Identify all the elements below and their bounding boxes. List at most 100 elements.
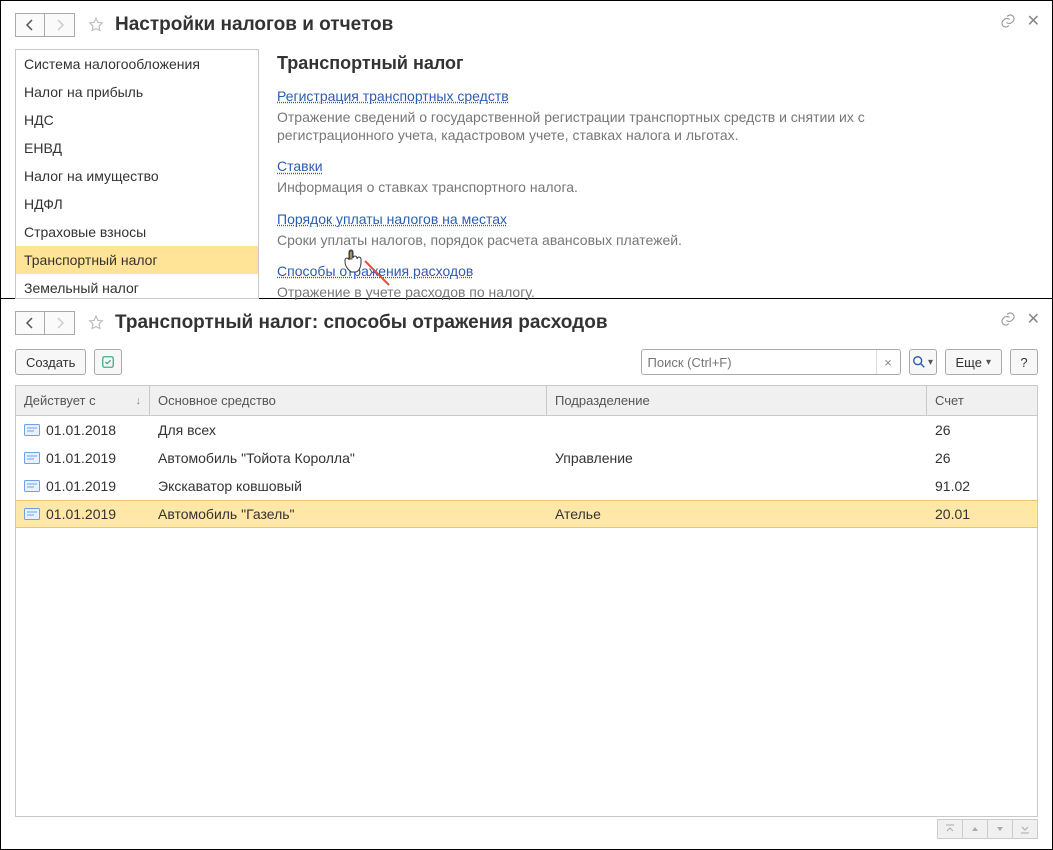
back-button[interactable]: [15, 311, 45, 335]
grid-nav-footer: [938, 819, 1038, 839]
tax-settings-window: Настройки налогов и отчетов ✕ Система на…: [1, 1, 1052, 299]
desc-order: Сроки уплаты налогов, порядок расчета ав…: [277, 231, 977, 249]
cell-date: 01.01.2019: [46, 478, 116, 494]
col-asset-label: Основное средство: [158, 393, 276, 408]
desc-rates: Информация о ставках транспортного налог…: [277, 178, 977, 196]
content-block-2: Порядок уплаты налогов на местах Сроки у…: [277, 211, 1038, 249]
search-button[interactable]: ▾: [909, 349, 937, 375]
content-block-0: Регистрация транспортных средств Отражен…: [277, 88, 1038, 144]
sidebar-item-label: НДС: [24, 112, 54, 128]
favorite-icon[interactable]: [87, 314, 105, 332]
sidebar-item-8[interactable]: Земельный налог: [16, 274, 258, 299]
cell-acct: 26: [935, 450, 951, 466]
sidebar-item-2[interactable]: НДС: [16, 106, 258, 134]
record-icon: [24, 508, 40, 520]
record-icon: [24, 452, 40, 464]
close-icon[interactable]: ✕: [1027, 11, 1040, 31]
scroll-down-button[interactable]: [987, 819, 1013, 839]
link-icon[interactable]: [999, 310, 1017, 328]
scroll-top-button[interactable]: [937, 819, 963, 839]
close-icon[interactable]: ✕: [1027, 309, 1040, 329]
page-title: Транспортный налог: способы отражения ра…: [115, 312, 608, 334]
sidebar-item-3[interactable]: ЕНВД: [16, 134, 258, 162]
page-title: Настройки налогов и отчетов: [115, 14, 393, 36]
sidebar-item-label: Налог на имущество: [24, 168, 159, 184]
col-acct[interactable]: Счет: [927, 386, 1037, 415]
table-row[interactable]: 01.01.2019 Автомобиль "Тойота Королла" У…: [16, 444, 1037, 472]
nav-buttons: [15, 311, 75, 335]
sort-asc-icon: ↓: [136, 395, 142, 407]
cell-date: 01.01.2018: [46, 422, 116, 438]
table-row[interactable]: 01.01.2018 Для всех 26: [16, 416, 1037, 444]
cell-date: 01.01.2019: [46, 506, 116, 522]
desc-registration: Отражение сведений о государственной рег…: [277, 108, 977, 144]
annotation-arrow-icon: [363, 259, 393, 289]
back-button[interactable]: [15, 13, 45, 37]
col-date[interactable]: Действует с ↓: [16, 386, 150, 415]
sidebar-item-label: Страховые взносы: [24, 224, 146, 240]
sidebar-item-label: Транспортный налог: [24, 252, 158, 268]
col-dept[interactable]: Подразделение: [547, 386, 927, 415]
cell-date: 01.01.2019: [46, 450, 116, 466]
cell-acct: 26: [935, 422, 951, 438]
table-row[interactable]: 01.01.2019 Экскаватор ковшовый 91.02: [16, 472, 1037, 500]
content-block-1: Ставки Информация о ставках транспортног…: [277, 158, 1038, 196]
content-heading: Транспортный налог: [277, 53, 1038, 74]
record-icon: [24, 480, 40, 492]
scroll-up-button[interactable]: [962, 819, 988, 839]
record-icon: [24, 424, 40, 436]
sidebar-item-label: ЕНВД: [24, 140, 62, 156]
sidebar-item-1[interactable]: Налог на прибыль: [16, 78, 258, 106]
cell-acct: 91.02: [935, 478, 970, 494]
expense-grid: Действует с ↓ Основное средство Подразде…: [15, 385, 1038, 817]
create-button[interactable]: Создать: [15, 349, 86, 375]
search-input[interactable]: [642, 350, 876, 374]
toolbar: Создать × ▾ Еще ▾ ?: [15, 349, 1038, 375]
cell-dept: Ателье: [555, 506, 601, 522]
grid-header: Действует с ↓ Основное средство Подразде…: [16, 386, 1037, 416]
create-label: Создать: [26, 355, 75, 370]
cell-dept: Управление: [555, 450, 633, 466]
pointer-cursor-icon: [341, 247, 365, 273]
cell-asset: Экскаватор ковшовый: [158, 478, 302, 494]
link-rates[interactable]: Ставки: [277, 158, 323, 174]
more-button[interactable]: Еще ▾: [945, 349, 1002, 375]
cell-acct: 20.01: [935, 506, 970, 522]
tax-sidebar: Система налогообложения Налог на прибыль…: [15, 49, 259, 299]
cell-asset: Автомобиль "Тойота Королла": [158, 450, 355, 466]
sidebar-item-6[interactable]: Страховые взносы: [16, 218, 258, 246]
scroll-bottom-button[interactable]: [1012, 819, 1038, 839]
clear-search-button[interactable]: ×: [876, 350, 900, 374]
search-box: ×: [641, 349, 901, 375]
help-button[interactable]: ?: [1010, 349, 1038, 375]
more-label: Еще: [956, 355, 982, 370]
titlebar: Настройки налогов и отчетов ✕: [15, 9, 1038, 41]
sidebar-item-label: Земельный налог: [24, 280, 139, 296]
sidebar-item-7[interactable]: Транспортный налог: [16, 246, 258, 274]
titlebar: Транспортный налог: способы отражения ра…: [15, 307, 1038, 339]
sidebar-item-5[interactable]: НДФЛ: [16, 190, 258, 218]
sidebar-item-label: Система налогообложения: [24, 56, 200, 72]
sidebar-item-4[interactable]: Налог на имущество: [16, 162, 258, 190]
grid-body: 01.01.2018 Для всех 26 01.01.2019 Автомо…: [16, 416, 1037, 816]
forward-button[interactable]: [45, 311, 75, 335]
col-acct-label: Счет: [935, 393, 964, 408]
sidebar-item-0[interactable]: Система налогообложения: [16, 50, 258, 78]
link-icon[interactable]: [999, 12, 1017, 30]
save-settings-button[interactable]: [94, 349, 122, 375]
col-asset[interactable]: Основное средство: [150, 386, 547, 415]
sidebar-item-label: Налог на прибыль: [24, 84, 143, 100]
table-row[interactable]: 01.01.2019 Автомобиль "Газель" Ателье 20…: [16, 500, 1037, 528]
col-date-label: Действует с: [24, 393, 96, 408]
nav-buttons: [15, 13, 75, 37]
sidebar-item-label: НДФЛ: [24, 196, 63, 212]
favorite-icon[interactable]: [87, 16, 105, 34]
col-dept-label: Подразделение: [555, 393, 650, 408]
link-registration[interactable]: Регистрация транспортных средств: [277, 88, 509, 104]
expense-methods-window: Транспортный налог: способы отражения ра…: [1, 299, 1052, 849]
link-order[interactable]: Порядок уплаты налогов на местах: [277, 211, 507, 227]
forward-button[interactable]: [45, 13, 75, 37]
content-area: Транспортный налог Регистрация транспорт…: [259, 49, 1038, 299]
cell-asset: Автомобиль "Газель": [158, 506, 295, 522]
cell-asset: Для всех: [158, 422, 216, 438]
